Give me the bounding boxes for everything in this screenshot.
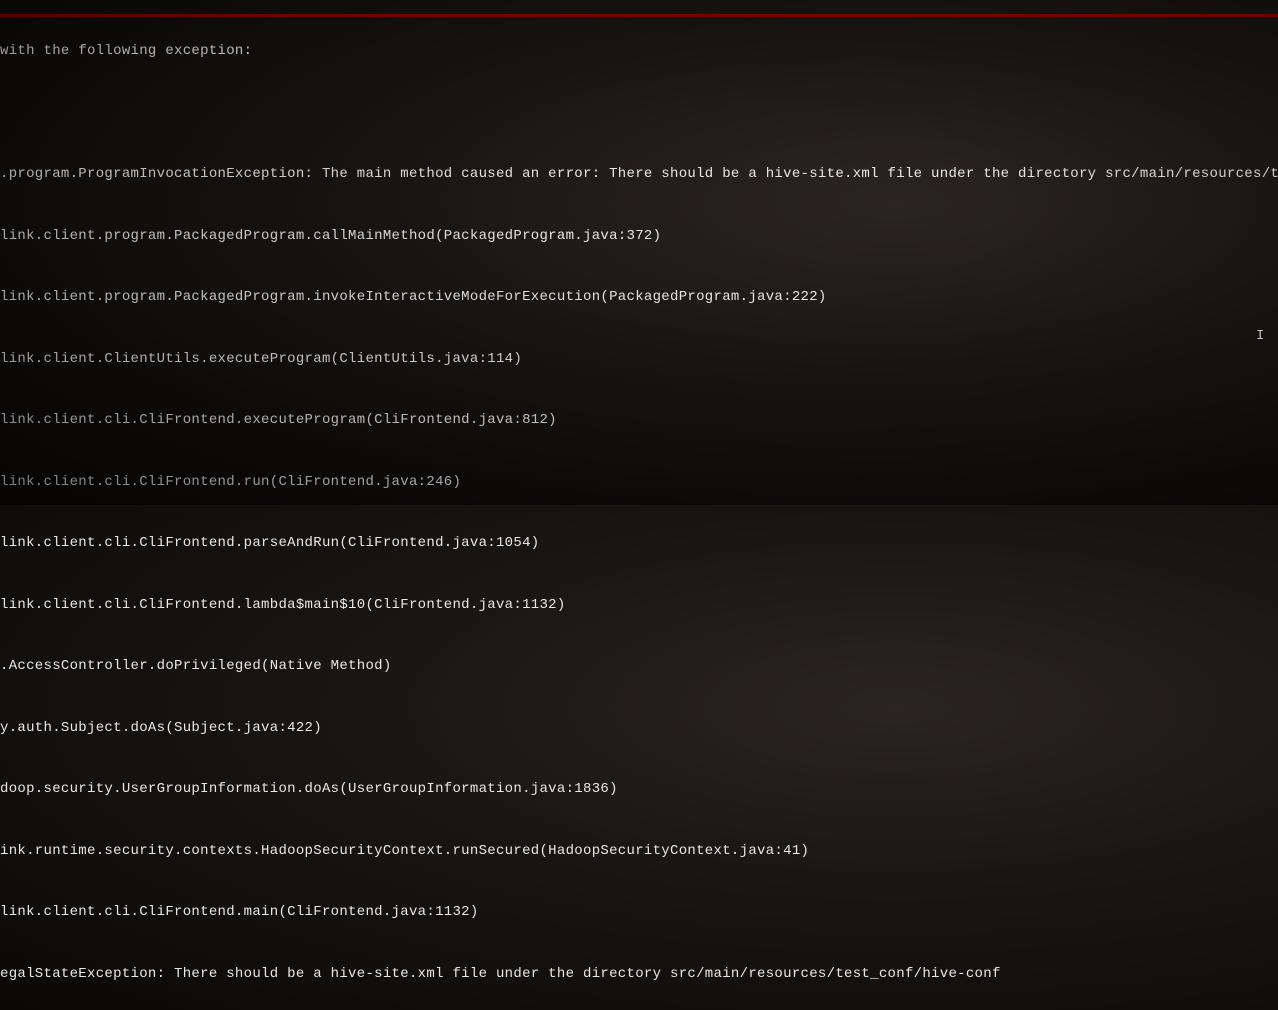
stack-trace-line: ink.runtime.security.contexts.HadoopSecu… — [0, 841, 1278, 862]
stack-trace-line: .AccessController.doPrivileged(Native Me… — [0, 656, 1278, 677]
stack-trace-line: .program.ProgramInvocationException: The… — [0, 164, 1278, 185]
terminal-output: with the following exception: .program.P… — [0, 0, 1278, 1010]
stack-trace-line: egalStateException: There should be a hi… — [0, 964, 1278, 985]
stack-trace-line: link.client.cli.CliFrontend.executeProgr… — [0, 410, 1278, 431]
stack-trace-line: doop.security.UserGroupInformation.doAs(… — [0, 779, 1278, 800]
stack-trace-line: y.auth.Subject.doAs(Subject.java:422) — [0, 718, 1278, 739]
stack-trace-line: link.client.program.PackagedProgram.call… — [0, 226, 1278, 247]
stack-trace-line: link.client.cli.CliFrontend.parseAndRun(… — [0, 533, 1278, 554]
stack-trace-line: link.client.cli.CliFrontend.main(CliFron… — [0, 902, 1278, 923]
stack-trace-line: link.client.cli.CliFrontend.lambda$main$… — [0, 595, 1278, 616]
stack-trace-line — [0, 103, 1278, 124]
text-cursor-icon: I — [1256, 328, 1264, 344]
stack-trace-line: link.client.program.PackagedProgram.invo… — [0, 287, 1278, 308]
stack-trace-line: with the following exception: — [0, 41, 1278, 62]
stack-trace-line: link.client.ClientUtils.executeProgram(C… — [0, 349, 1278, 370]
stack-trace-line: link.client.cli.CliFrontend.run(CliFront… — [0, 472, 1278, 493]
